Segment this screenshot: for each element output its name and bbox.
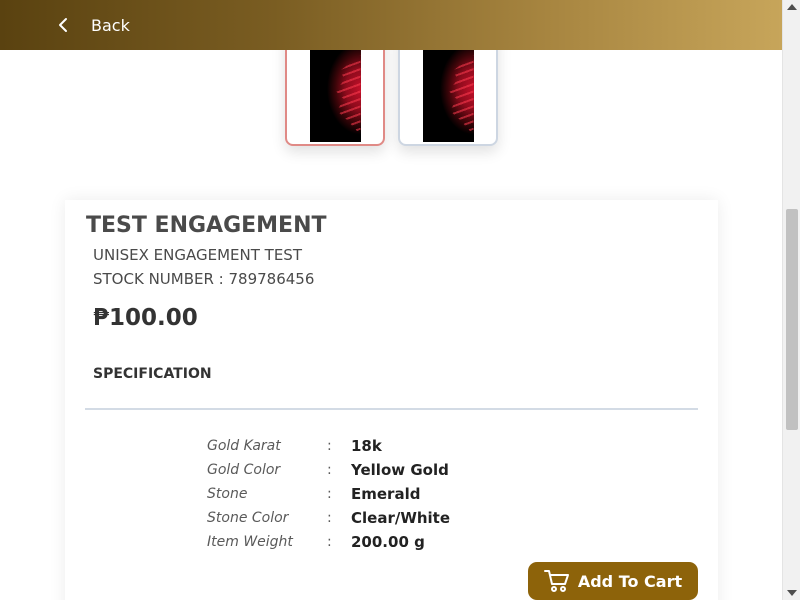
vertical-scrollbar[interactable] <box>782 0 800 600</box>
header-bar: Back <box>0 0 782 50</box>
spec-separator: : <box>327 534 332 550</box>
divider <box>85 408 698 410</box>
back-label: Back <box>91 15 130 35</box>
spec-value: Yellow Gold <box>351 461 449 479</box>
spec-label: Item Weight <box>207 534 293 550</box>
product-info-card: TEST ENGAGEMENT UNISEX ENGAGEMENT TEST S… <box>65 200 718 600</box>
back-button[interactable]: Back <box>52 0 130 50</box>
product-detail-page: Back TEST ENGAGEMENT UNISEX ENGAGEMENT T… <box>0 0 800 600</box>
spec-label: Stone Color <box>207 510 289 526</box>
scroll-up-icon[interactable] <box>787 4 797 10</box>
spec-row-gold-karat: Gold Karat : 18k <box>207 437 607 462</box>
product-thumbnail-image <box>309 50 361 142</box>
spec-label: Gold Karat <box>207 438 281 454</box>
product-thumbnail-image <box>422 50 474 142</box>
spec-row-item-weight: Item Weight : 200.00 g <box>207 533 607 558</box>
chevron-left-icon <box>52 14 74 36</box>
product-subtitle: UNISEX ENGAGEMENT TEST <box>93 246 302 264</box>
spec-value: Clear/White <box>351 509 451 527</box>
spec-separator: : <box>327 510 332 526</box>
spec-row-stone: Stone : Emerald <box>207 485 607 510</box>
spec-label: Stone <box>207 486 248 502</box>
add-to-cart-button[interactable]: Add To Cart <box>528 562 698 600</box>
specification-heading: SPECIFICATION <box>93 366 212 382</box>
spec-row-stone-color: Stone Color : Clear/White <box>207 509 607 534</box>
cart-icon <box>543 568 570 594</box>
spec-value: 18k <box>351 437 382 455</box>
add-to-cart-label: Add To Cart <box>577 571 683 591</box>
spec-label: Gold Color <box>207 462 281 478</box>
scroll-down-icon[interactable] <box>787 590 797 596</box>
product-price: ₱100.00 <box>93 305 198 331</box>
spec-row-gold-color: Gold Color : Yellow Gold <box>207 461 607 486</box>
spec-value: 200.00 g <box>351 533 425 551</box>
spec-value: Emerald <box>351 485 421 503</box>
stock-number: STOCK NUMBER : 789786456 <box>93 270 315 288</box>
scroll-thumb[interactable] <box>786 209 798 430</box>
product-title: TEST ENGAGEMENT <box>86 213 327 238</box>
spec-separator: : <box>327 462 332 478</box>
spec-separator: : <box>327 486 332 502</box>
spec-separator: : <box>327 438 332 454</box>
